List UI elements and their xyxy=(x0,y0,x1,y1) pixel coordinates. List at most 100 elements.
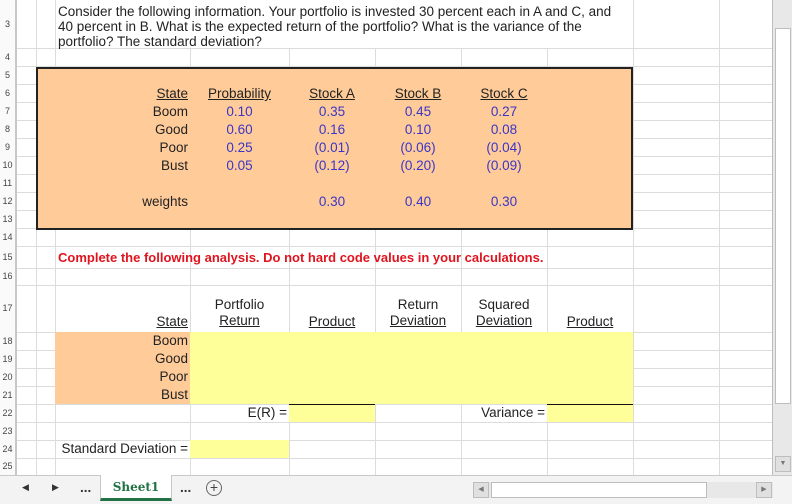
horizontal-scroll-thumb[interactable] xyxy=(491,482,707,498)
stock-b-cell[interactable]: 0.10 xyxy=(375,121,461,139)
weights-label[interactable]: weights xyxy=(55,193,190,211)
state-cell[interactable]: Poor xyxy=(55,139,190,157)
row-header-22[interactable]: 22 xyxy=(0,404,17,422)
standard-deviation-input[interactable] xyxy=(190,440,289,458)
stock-b-cell[interactable]: 0.45 xyxy=(375,103,461,121)
row-header-24[interactable]: 24 xyxy=(0,440,17,458)
row-header-8[interactable]: 8 xyxy=(0,120,17,138)
row-header-12[interactable]: 12 xyxy=(0,192,17,210)
sheet-tab-bar: ◀ ▶ ... Sheet1 ... + ◀ ▶ xyxy=(0,475,792,504)
expected-return-label[interactable]: E(R) = xyxy=(190,404,289,422)
gridline xyxy=(17,458,772,459)
row-header-14[interactable]: 14 xyxy=(0,228,17,246)
stock-b-cell[interactable]: (0.20) xyxy=(375,157,461,175)
scroll-down-arrow-icon[interactable]: ▼ xyxy=(775,456,791,472)
header-line: Deviation xyxy=(475,313,533,328)
analysis-header-portfolio-return[interactable]: Portfolio Return xyxy=(190,297,289,329)
vertical-scroll-thumb[interactable] xyxy=(775,28,791,404)
stock-a-cell[interactable]: 0.35 xyxy=(289,103,375,121)
horizontal-scrollbar[interactable]: ◀ ▶ xyxy=(473,482,773,498)
sheet-tab-label: Sheet1 xyxy=(112,480,160,494)
stock-c-cell[interactable]: 0.08 xyxy=(461,121,547,139)
variance-label[interactable]: Variance = xyxy=(461,404,547,422)
gridline xyxy=(719,0,720,475)
state-cell[interactable]: Good xyxy=(55,121,190,139)
gridline xyxy=(17,246,772,247)
stock-c-cell[interactable]: 0.27 xyxy=(461,103,547,121)
analysis-header-squared-deviation[interactable]: Squared Deviation xyxy=(461,297,547,329)
row-header-21[interactable]: 21 xyxy=(0,386,17,404)
analysis-header-state[interactable]: State xyxy=(55,313,190,331)
probability-cell[interactable]: 0.25 xyxy=(190,139,289,157)
analysis-state-bust[interactable]: Bust xyxy=(55,386,190,404)
analysis-state-good[interactable]: Good xyxy=(55,350,190,368)
weight-a-cell[interactable]: 0.30 xyxy=(289,193,375,211)
row-header-13[interactable]: 13 xyxy=(0,210,17,228)
header-line: Deviation xyxy=(389,313,447,328)
variance-input[interactable] xyxy=(547,404,633,422)
stock-a-cell[interactable]: (0.01) xyxy=(289,139,375,157)
header-stock-c[interactable]: Stock C xyxy=(461,85,547,103)
header-probability[interactable]: Probability xyxy=(190,85,289,103)
header-stock-a[interactable]: Stock A xyxy=(289,85,375,103)
analysis-state-boom[interactable]: Boom xyxy=(55,332,190,350)
scroll-left-arrow-icon[interactable]: ◀ xyxy=(473,482,489,498)
prev-sheet-arrow-icon[interactable]: ◀ xyxy=(22,482,29,493)
scroll-right-arrow-icon[interactable]: ▶ xyxy=(756,482,772,498)
row-header-23[interactable]: 23 xyxy=(0,422,17,440)
problem-statement[interactable]: Consider the following information. Your… xyxy=(58,4,633,49)
row-header-11[interactable]: 11 xyxy=(0,174,17,192)
problem-line-3: portfolio? The standard deviation? xyxy=(58,34,262,49)
state-cell[interactable]: Boom xyxy=(55,103,190,121)
plus-icon: + xyxy=(209,479,219,495)
probability-cell[interactable]: 0.05 xyxy=(190,157,289,175)
row-header-25[interactable]: 25 xyxy=(0,458,17,475)
header-line: Portfolio xyxy=(214,297,265,312)
analysis-header-product-2[interactable]: Product xyxy=(547,313,633,331)
instruction-text[interactable]: Complete the following analysis. Do not … xyxy=(58,248,543,268)
row-header-9[interactable]: 9 xyxy=(0,138,17,156)
weight-c-cell[interactable]: 0.30 xyxy=(461,193,547,211)
next-sheet-arrow-icon[interactable]: ▶ xyxy=(52,482,59,493)
row-header-16[interactable]: 16 xyxy=(0,268,17,285)
gridline xyxy=(633,0,634,475)
more-sheets-left-button[interactable]: ... xyxy=(80,480,91,495)
stock-a-cell[interactable]: (0.12) xyxy=(289,157,375,175)
sheet-tab-sheet1[interactable]: Sheet1 xyxy=(100,475,172,501)
probability-cell[interactable]: 0.10 xyxy=(190,103,289,121)
row-header-7[interactable]: 7 xyxy=(0,102,17,120)
row-header-5[interactable]: 5 xyxy=(0,66,17,84)
header-line: Return xyxy=(397,297,439,312)
vertical-scrollbar[interactable]: ▼ xyxy=(772,0,792,475)
gridline xyxy=(17,404,772,405)
header-stock-b[interactable]: Stock B xyxy=(375,85,461,103)
header-state[interactable]: State xyxy=(55,85,190,103)
weight-b-cell[interactable]: 0.40 xyxy=(375,193,461,211)
spreadsheet-grid[interactable]: 3 4 5 6 7 8 9 10 11 12 13 14 15 16 17 18… xyxy=(0,0,772,475)
row-header-6[interactable]: 6 xyxy=(0,84,17,102)
analysis-state-poor[interactable]: Poor xyxy=(55,368,190,386)
gridline xyxy=(17,285,772,286)
state-cell[interactable]: Bust xyxy=(55,157,190,175)
stock-b-cell[interactable]: (0.06) xyxy=(375,139,461,157)
answer-input-area[interactable] xyxy=(190,332,633,404)
more-sheets-right-button[interactable]: ... xyxy=(180,480,191,495)
header-line: Return xyxy=(219,313,260,328)
expected-return-input[interactable] xyxy=(289,404,375,422)
standard-deviation-label[interactable]: Standard Deviation = xyxy=(55,440,190,458)
row-header-15[interactable]: 15 xyxy=(0,246,17,268)
row-header-10[interactable]: 10 xyxy=(0,156,17,174)
probability-cell[interactable]: 0.60 xyxy=(190,121,289,139)
row-header-20[interactable]: 20 xyxy=(0,368,17,386)
add-sheet-button[interactable]: + xyxy=(206,480,222,496)
analysis-header-product[interactable]: Product xyxy=(289,313,375,331)
stock-c-cell[interactable]: (0.04) xyxy=(461,139,547,157)
row-header-4[interactable]: 4 xyxy=(0,48,17,66)
row-header-19[interactable]: 19 xyxy=(0,350,17,368)
row-header-3[interactable]: 3 xyxy=(0,0,17,48)
row-header-17[interactable]: 17 xyxy=(0,285,17,332)
analysis-header-return-deviation[interactable]: Return Deviation xyxy=(375,297,461,329)
row-header-18[interactable]: 18 xyxy=(0,332,17,350)
stock-a-cell[interactable]: 0.16 xyxy=(289,121,375,139)
stock-c-cell[interactable]: (0.09) xyxy=(461,157,547,175)
